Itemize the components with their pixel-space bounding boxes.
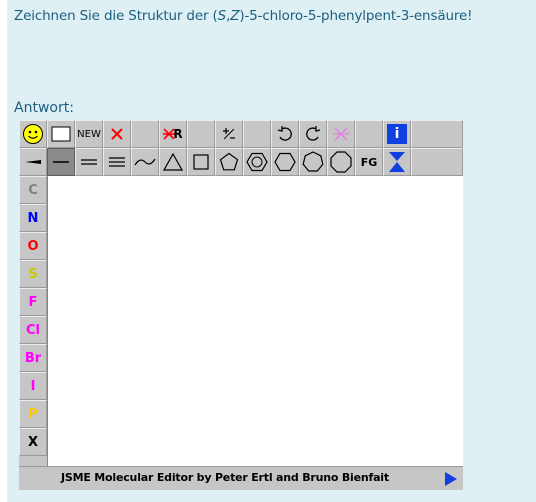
double-bond-button[interactable] (75, 148, 103, 176)
toolbar-blank-2 (187, 120, 215, 148)
smiley-button[interactable] (19, 120, 47, 148)
element-br-button[interactable]: Br (19, 344, 47, 372)
jsme-editor: NEW R i FG C N O S F Cl Br I P X JSME Mo… (19, 120, 463, 490)
element-n-label: N (27, 210, 39, 226)
play-arrow-icon[interactable] (445, 472, 457, 486)
delete-r-icon: R (163, 127, 183, 141)
toolbar-blank-4 (355, 120, 383, 148)
reaction-triangle-icon (387, 151, 407, 173)
delete-button[interactable] (103, 120, 131, 148)
fg-label: FG (360, 155, 378, 169)
status-text: JSME Molecular Editor by Peter Ertl and … (61, 471, 389, 484)
charge-icon (221, 126, 237, 142)
triple-bond-button[interactable] (103, 148, 131, 176)
status-bar: JSME Molecular Editor by Peter Ertl and … (19, 466, 463, 490)
element-p-button[interactable]: P (19, 400, 47, 428)
new-button[interactable]: NEW (75, 120, 103, 148)
select-button[interactable] (47, 120, 75, 148)
heptagon-ring-icon (302, 151, 324, 173)
ring-4-button[interactable] (187, 148, 215, 176)
element-br-label: Br (24, 350, 42, 366)
ring-5-button[interactable] (215, 148, 243, 176)
ring-6-button[interactable] (271, 148, 299, 176)
undo-icon (276, 125, 294, 143)
element-sidebar: C N O S F Cl Br I P X (19, 176, 47, 456)
new-label: NEW (77, 128, 101, 140)
toolbar-blank-5 (411, 120, 463, 148)
element-n-button[interactable]: N (19, 204, 47, 232)
element-cl-button[interactable]: Cl (19, 316, 47, 344)
wedge-bond-icon (23, 157, 43, 167)
chain-icon (134, 156, 156, 168)
ring-3-button[interactable] (159, 148, 187, 176)
delete-r-button[interactable]: R (159, 120, 187, 148)
single-bond-button[interactable] (47, 148, 75, 176)
element-f-button[interactable]: F (19, 288, 47, 316)
element-i-button[interactable]: I (19, 372, 47, 400)
info-button[interactable]: i (383, 120, 411, 148)
chain-button[interactable] (131, 148, 159, 176)
answer-label: Antwort: (14, 100, 74, 116)
toolbar-blank-1 (131, 120, 159, 148)
pentagon-ring-icon (219, 152, 239, 172)
delete-mark-icon (333, 126, 349, 142)
question-text: Zeichnen Sie die Struktur der (S,Z)-5-ch… (14, 8, 473, 24)
element-x-button[interactable]: X (19, 428, 47, 456)
toolbar-row-2: FG (19, 148, 463, 176)
drawing-canvas[interactable] (47, 176, 463, 466)
single-bond-icon (52, 159, 70, 165)
element-f-label: F (28, 294, 38, 310)
delete-mark-button[interactable] (327, 120, 355, 148)
smiley-icon (22, 123, 44, 145)
element-i-label: I (30, 378, 36, 394)
functional-group-button[interactable]: FG (355, 148, 383, 176)
delete-x-icon (109, 126, 125, 142)
undo-button[interactable] (271, 120, 299, 148)
redo-button[interactable] (299, 120, 327, 148)
element-o-button[interactable]: O (19, 232, 47, 260)
reaction-button[interactable] (383, 148, 411, 176)
element-c-label: C (28, 182, 38, 198)
triangle-ring-icon (163, 153, 183, 171)
info-icon: i (387, 124, 407, 144)
element-o-label: O (27, 238, 39, 254)
delete-r-label: R (173, 127, 183, 141)
charge-button[interactable] (215, 120, 243, 148)
hexagon-ring-icon (274, 152, 296, 172)
element-cl-label: Cl (26, 322, 40, 338)
redo-icon (304, 125, 322, 143)
triple-bond-icon (108, 156, 126, 168)
element-s-button[interactable]: S (19, 260, 47, 288)
toolbar-blank-3 (243, 120, 271, 148)
element-x-label: X (27, 434, 39, 450)
ring-7-button[interactable] (299, 148, 327, 176)
ring-8-button[interactable] (327, 148, 355, 176)
benzene-ring-icon (246, 152, 268, 172)
double-bond-icon (80, 157, 98, 167)
square-ring-icon (192, 153, 210, 171)
octagon-ring-icon (330, 151, 352, 173)
toolbar-row-1: NEW R i (19, 120, 463, 148)
benzene-ring-button[interactable] (243, 148, 271, 176)
rectangle-select-icon (51, 126, 71, 142)
element-p-label: P (28, 406, 38, 422)
element-s-label: S (28, 266, 38, 282)
toolbar-blank-6 (411, 148, 463, 176)
stereo-bond-button[interactable] (19, 148, 47, 176)
element-c-button[interactable]: C (19, 176, 47, 204)
